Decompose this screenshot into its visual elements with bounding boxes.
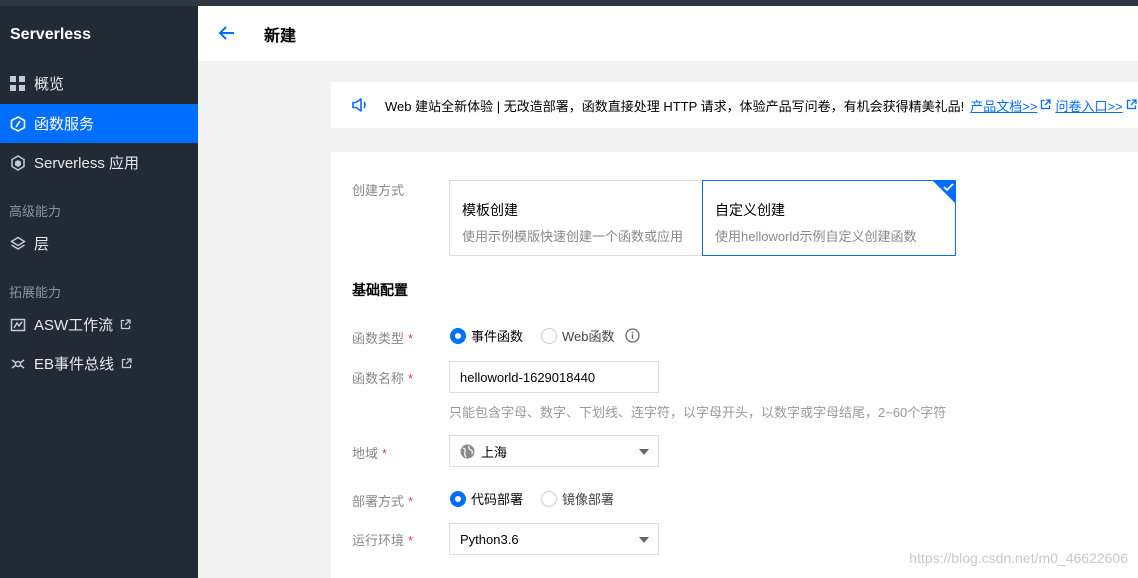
function-name-hint: 只能包含字母、数字、下划线、连字符，以字母开头，以数字或字母结尾，2~60个字符 (449, 405, 947, 420)
region-value: 上海 (481, 444, 508, 460)
label-text: 运行环境 (352, 533, 405, 548)
runtime-select[interactable]: Python3.6 (449, 523, 659, 555)
radio-checked[interactable] (450, 490, 466, 507)
sidebar-item-asw-workflow[interactable]: ASW工作流 (0, 305, 198, 344)
layers-icon (9, 235, 26, 252)
custom-create-option[interactable]: 自定义创建 使用helloworld示例自定义创建函数 (702, 180, 956, 256)
tile-desc: 使用helloworld示例自定义创建函数 (715, 229, 917, 244)
external-link-icon (121, 358, 132, 369)
radio-unchecked[interactable] (541, 490, 558, 507)
page-header: 新建 (198, 6, 1138, 61)
radio-unchecked[interactable] (541, 327, 558, 344)
notice-text: Web 建站全新体验 | 无改造部署，函数直接处理 HTTP 请求，体验产品写问… (385, 98, 965, 114)
sidebar-item-label: 层 (34, 236, 50, 253)
cubes-icon (9, 154, 26, 171)
template-create-option[interactable]: 模板创建 使用示例模版快速创建一个函数或应用 (449, 180, 703, 256)
required-mark: * (408, 331, 414, 346)
eventbus-icon (9, 355, 26, 372)
page-title: 新建 (264, 28, 297, 45)
sidebar-item-label: ASW工作流 (34, 317, 114, 334)
tile-title: 自定义创建 (715, 202, 785, 218)
sidebar-item-overview[interactable]: 概览 (0, 64, 198, 103)
function-type-label: 函数类型 * (352, 328, 413, 347)
section-basic-config: 基础配置 (352, 282, 408, 298)
notice-banner: Web 建站全新体验 | 无改造部署，函数直接处理 HTTP 请求，体验产品写问… (331, 82, 1138, 128)
radio-label: 镜像部署 (562, 492, 615, 507)
radio-event-function[interactable]: 事件函数 (450, 326, 523, 345)
deploy-method-radio-group: 代码部署 镜像部署 (450, 489, 632, 508)
create-method-label: 创建方式 (352, 183, 405, 198)
tile-title: 模板创建 (462, 202, 518, 218)
sidebar-item-label: 概览 (34, 76, 65, 93)
sidebar-item-serverless-app[interactable]: Serverless 应用 (0, 143, 198, 182)
function-icon (9, 115, 26, 132)
region-select[interactable]: 上海 (449, 435, 659, 467)
sidebar-item-label: EB事件总线 (34, 356, 115, 373)
selected-check-icon (932, 180, 956, 204)
radio-label: 代码部署 (471, 492, 524, 507)
external-link-icon[interactable] (1040, 98, 1052, 113)
required-mark: * (408, 371, 414, 386)
label-text: 函数名称 (352, 371, 405, 386)
external-link-icon[interactable] (1126, 98, 1137, 113)
group-label-advanced: 高级能力 (9, 204, 62, 219)
runtime-value: Python3.6 (460, 531, 519, 547)
sidebar-item-label: 函数服务 (34, 116, 95, 133)
radio-label: 事件函数 (471, 329, 524, 344)
region-label: 地域 * (352, 443, 387, 462)
create-form-card: 创建方式 模板创建 使用示例模版快速创建一个函数或应用 自定义创建 使用hell… (331, 152, 1138, 578)
chevron-down-icon (639, 449, 649, 455)
docs-link[interactable]: 产品文档>> (970, 96, 1037, 115)
radio-label: Web函数 (562, 329, 615, 344)
label-text: 函数类型 (352, 331, 405, 346)
external-link-icon (120, 319, 131, 330)
workflow-icon (9, 316, 26, 333)
tile-desc: 使用示例模版快速创建一个函数或应用 (462, 229, 684, 244)
radio-web-function[interactable]: Web函数 (541, 326, 615, 345)
function-name-input[interactable]: helloworld-1629018440 (449, 361, 659, 393)
runtime-label: 运行环境 * (352, 530, 413, 549)
chevron-down-icon (639, 537, 649, 543)
sidebar: Serverless 概览 函数服务 Serverless 应用 高级能力 层 … (0, 6, 198, 578)
radio-checked[interactable] (450, 327, 466, 344)
grid-icon (9, 75, 26, 92)
label-text: 地域 (352, 446, 379, 461)
sidebar-item-functions[interactable]: 函数服务 (0, 104, 198, 143)
survey-link[interactable]: 问卷入口>> (1055, 96, 1122, 115)
app-title: Serverless (10, 26, 91, 43)
function-name-label: 函数名称 * (352, 368, 413, 387)
globe-icon (460, 444, 475, 459)
back-arrow-icon[interactable] (216, 22, 238, 44)
sidebar-item-eb-eventbus[interactable]: EB事件总线 (0, 344, 198, 383)
required-mark: * (382, 446, 388, 461)
sidebar-item-layers[interactable]: 层 (0, 224, 198, 263)
info-icon[interactable] (624, 328, 640, 343)
sidebar-item-label: Serverless 应用 (34, 155, 140, 172)
required-mark: * (408, 494, 414, 509)
radio-image-deploy[interactable]: 镜像部署 (541, 489, 614, 508)
speaker-icon (351, 97, 369, 113)
deploy-method-label: 部署方式 * (352, 491, 413, 510)
radio-code-deploy[interactable]: 代码部署 (450, 489, 523, 508)
watermark: https://blog.csdn.net/m0_46622606 (909, 550, 1128, 566)
required-mark: * (408, 533, 414, 548)
label-text: 部署方式 (352, 494, 405, 509)
group-label-extend: 拓展能力 (9, 285, 62, 300)
function-type-radio-group: 事件函数 Web函数 (450, 326, 640, 345)
